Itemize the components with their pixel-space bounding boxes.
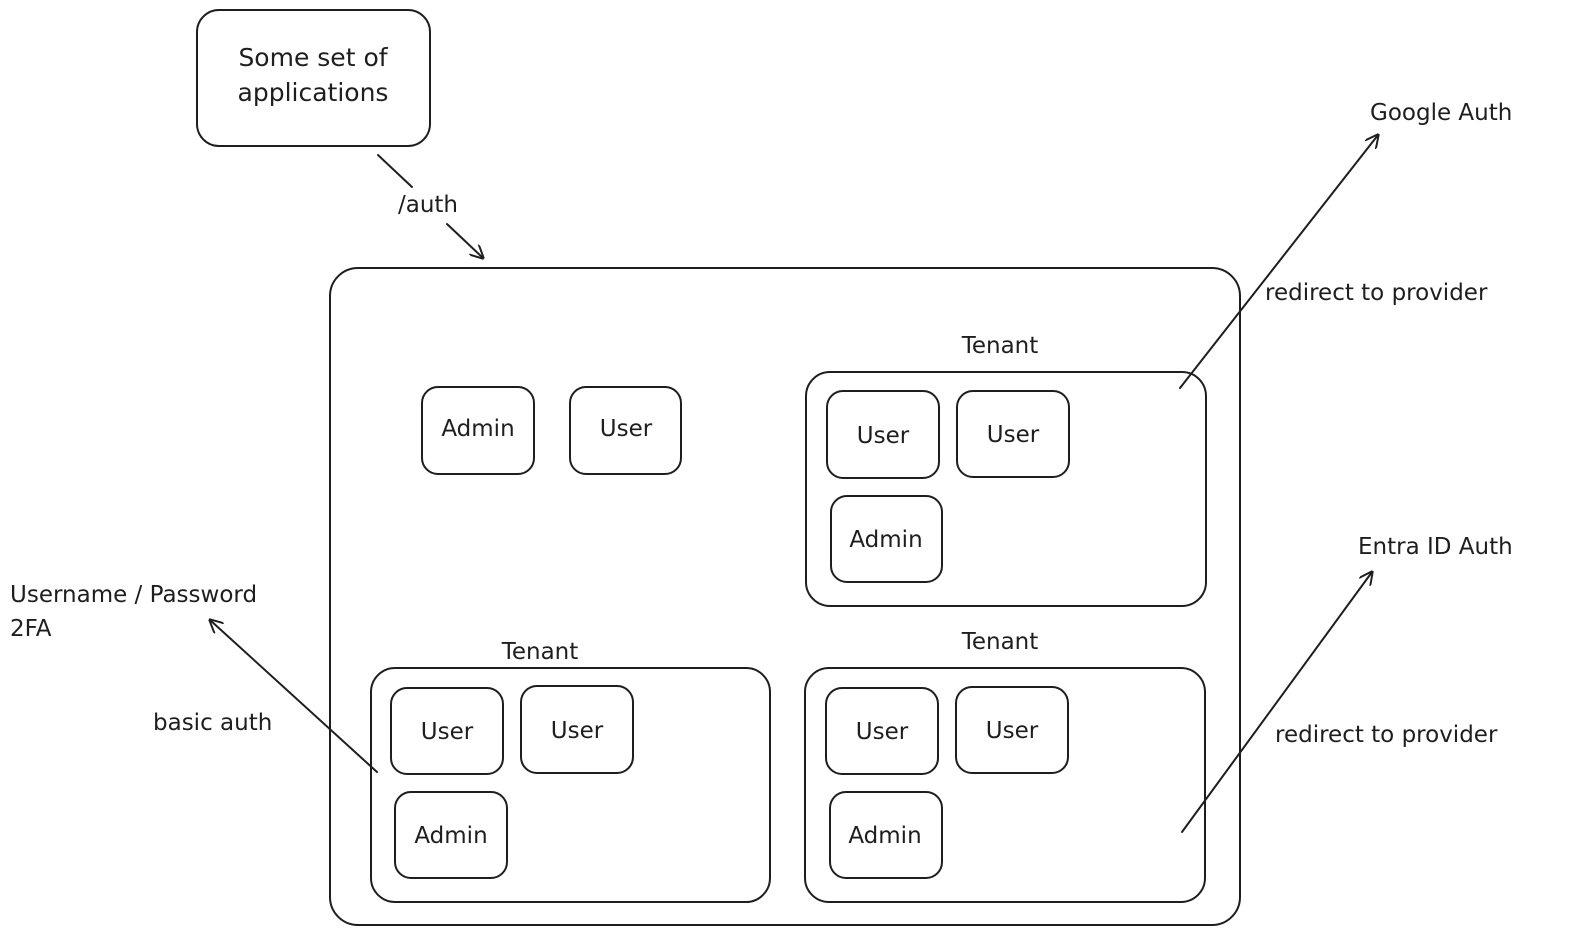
root-role-admin: Admin (421, 386, 535, 475)
tenant-basic: Tenant User User Admin (370, 639, 771, 903)
tenant-label: Tenant (961, 333, 1039, 359)
role-label: Admin (848, 823, 921, 849)
auth-arrow: /auth (377, 154, 483, 258)
role-label: Admin (414, 823, 487, 849)
entra-redirect-arrow: redirect to provider Entra ID Auth (1181, 534, 1513, 833)
auth-architecture-diagram: Some set of applications /auth Admin Use… (10, 9, 1513, 926)
role-label: User (551, 718, 604, 744)
tenant-label: Tenant (501, 639, 579, 665)
entra-edge-label: redirect to provider (1275, 722, 1498, 748)
role-label: Admin (849, 527, 922, 553)
entra-auth-label: Entra ID Auth (1358, 534, 1513, 560)
google-edge-label: redirect to provider (1265, 280, 1488, 306)
tenant-google: Tenant User User Admin (805, 333, 1207, 607)
applications-label-line2: applications (238, 78, 389, 107)
role-label: Admin (441, 416, 514, 442)
role-label: User (857, 423, 910, 449)
auth-endpoint-label: /auth (398, 192, 458, 218)
basic-edge-label: basic auth (153, 710, 272, 736)
applications-node: Some set of applications (196, 9, 431, 147)
twofa-label: 2FA (10, 616, 52, 642)
tenant-entra: Tenant User User Admin (804, 629, 1206, 903)
role-label: User (421, 719, 474, 745)
username-password-label: Username / Password (10, 582, 257, 608)
root-role-user: User (569, 386, 682, 475)
applications-label: Some set of (238, 43, 388, 72)
role-label: User (600, 416, 653, 442)
basic-auth-arrow: basic auth Username / Password 2FA (10, 582, 378, 773)
role-label: User (856, 719, 909, 745)
role-label: User (987, 422, 1040, 448)
google-redirect-arrow: redirect to provider Google Auth (1179, 100, 1512, 389)
tenant-label: Tenant (961, 629, 1039, 655)
google-auth-label: Google Auth (1370, 100, 1512, 126)
role-label: User (986, 718, 1039, 744)
